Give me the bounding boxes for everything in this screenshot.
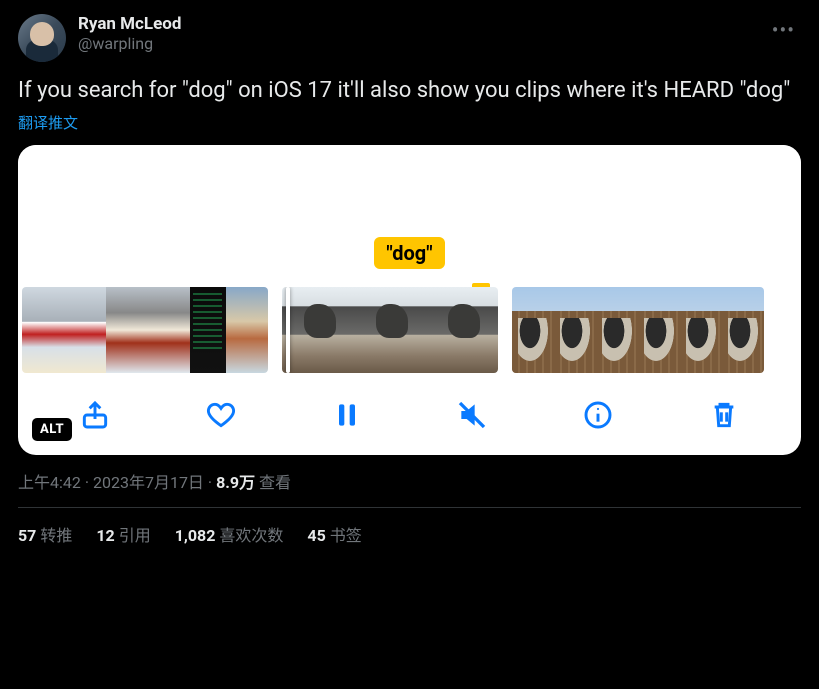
thumbnail	[148, 287, 190, 373]
views-count: 8.9万	[216, 473, 255, 492]
thumbnail	[190, 287, 226, 373]
quotes-label: 引用	[119, 526, 151, 545]
mute-icon[interactable]	[454, 397, 490, 433]
thumbnail	[226, 287, 268, 373]
more-icon[interactable]: •••	[766, 14, 801, 46]
tweet-text: If you search for "dog" on iOS 17 it'll …	[18, 76, 801, 106]
clip-group-2[interactable]	[282, 287, 498, 373]
quotes-count: 12	[96, 526, 114, 545]
stat-likes[interactable]: 1,082喜欢次数	[175, 522, 284, 546]
thumbnail	[354, 287, 426, 373]
media-whitespace	[18, 145, 801, 237]
thumbnail	[680, 287, 722, 373]
trash-icon[interactable]	[706, 397, 742, 433]
filmstrip[interactable]	[18, 279, 801, 379]
translate-link[interactable]: 翻译推文	[18, 112, 78, 133]
likes-count: 1,082	[175, 526, 216, 545]
retweets-count: 57	[18, 526, 36, 545]
caption-wrap: "dog"	[18, 237, 801, 279]
media-toolbar	[18, 379, 801, 455]
bookmarks-label: 书签	[330, 526, 362, 545]
thumbnail	[106, 287, 148, 373]
heart-icon[interactable]	[203, 397, 239, 433]
thumbnail	[596, 287, 638, 373]
stats-row: 57转推 12 引用 1,082喜欢次数 45 书签	[18, 508, 801, 546]
thumbnail	[22, 287, 64, 373]
share-icon[interactable]	[77, 397, 113, 433]
thumbnail	[512, 287, 554, 373]
stat-retweets[interactable]: 57转推	[18, 522, 72, 546]
retweets-label: 转推	[40, 526, 72, 545]
playhead-icon[interactable]	[286, 287, 290, 373]
avatar[interactable]	[18, 14, 66, 62]
thumbnail	[426, 287, 498, 373]
tweet-header: Ryan McLeod @warpling •••	[18, 14, 801, 62]
thumbnail	[722, 287, 764, 373]
thumbnail	[554, 287, 596, 373]
display-name: Ryan McLeod	[78, 14, 754, 34]
author-names[interactable]: Ryan McLeod @warpling	[78, 14, 754, 55]
post-time: 上午4:42	[18, 473, 81, 492]
caption-label: "dog"	[374, 237, 444, 269]
info-icon[interactable]	[580, 397, 616, 433]
meta-line[interactable]: 上午4:42 · 2023年7月17日 · 8.9万 查看	[18, 469, 801, 493]
bookmarks-count: 45	[307, 526, 325, 545]
pause-icon[interactable]	[329, 397, 365, 433]
tweet-container: Ryan McLeod @warpling ••• If you search …	[0, 0, 819, 560]
thumbnail	[64, 287, 106, 373]
likes-label: 喜欢次数	[219, 526, 283, 545]
media-card[interactable]: "dog"	[18, 145, 801, 455]
alt-badge[interactable]: ALT	[32, 418, 72, 441]
clip-group-1[interactable]	[22, 287, 268, 373]
thumbnail	[638, 287, 680, 373]
handle: @warpling	[78, 34, 754, 55]
post-date: 2023年7月17日	[93, 473, 204, 492]
clip-group-3[interactable]	[512, 287, 764, 373]
thumbnail	[282, 287, 354, 373]
stat-bookmarks[interactable]: 45 书签	[307, 522, 361, 546]
views-label: 查看	[259, 473, 291, 492]
stat-quotes[interactable]: 12 引用	[96, 522, 150, 546]
